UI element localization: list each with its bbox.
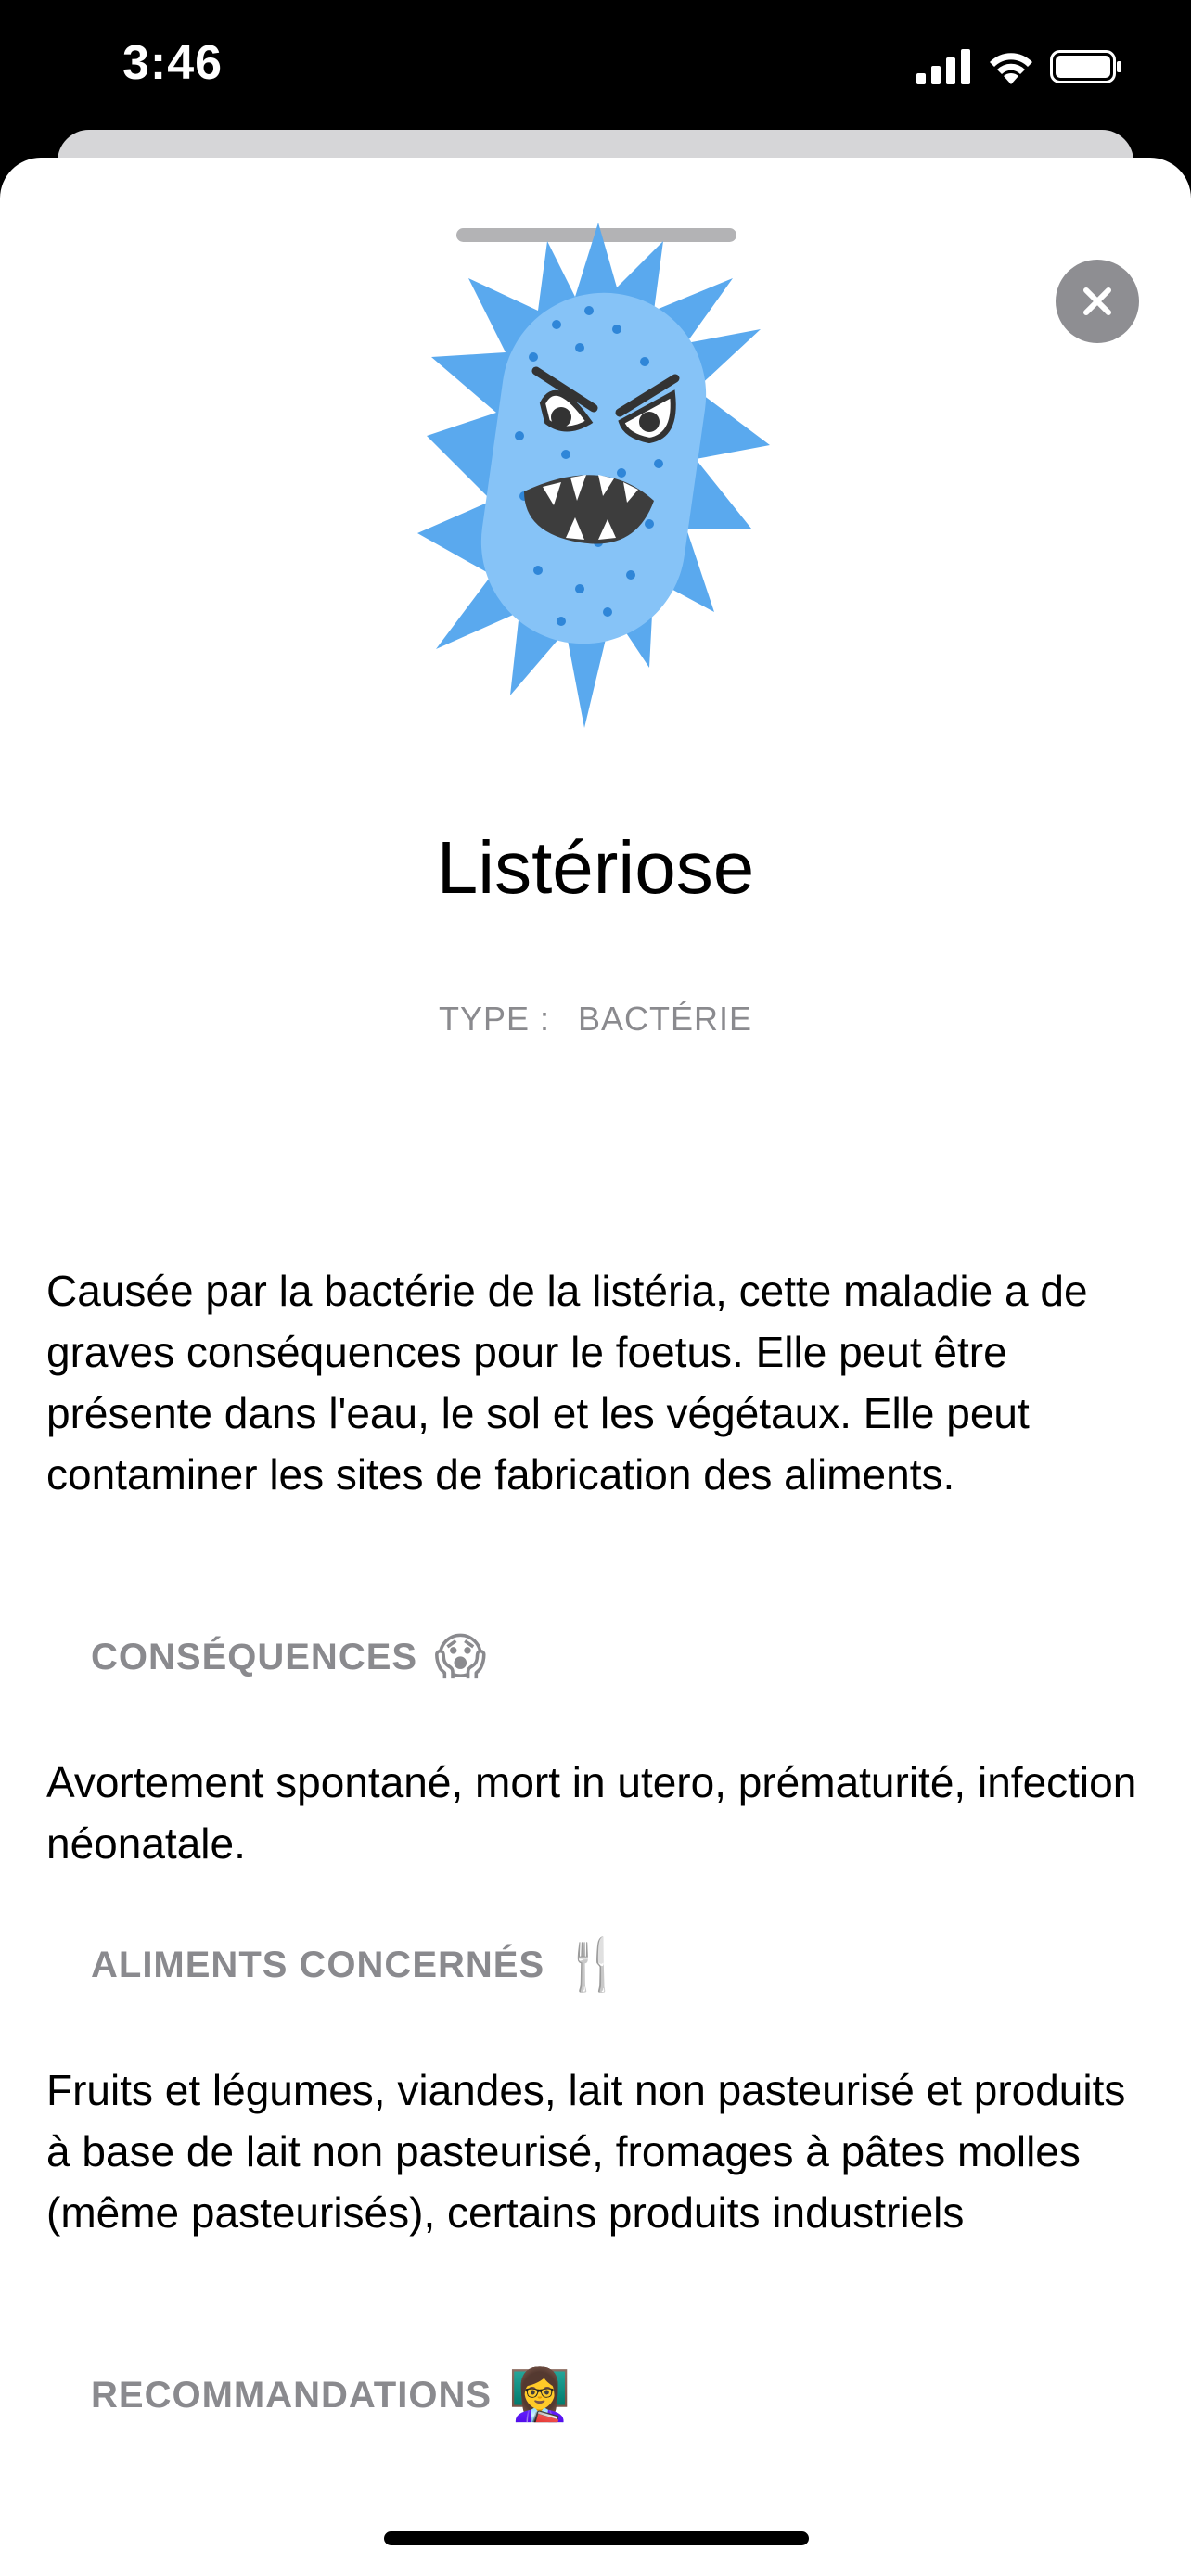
foods-title: ALIMENTS CONCERNÉS — [91, 1944, 545, 1985]
consequences-title: CONSÉQUENCES — [91, 1636, 418, 1677]
disease-type: TYPE : BACTÉRIE — [0, 1000, 1191, 1039]
status-bar: 3:46 — [0, 0, 1191, 139]
wifi-icon — [990, 53, 1032, 84]
recommendations-header: RECOMMANDATIONS 👩‍🏫 — [91, 2370, 571, 2420]
disease-title: Listériose — [436, 826, 755, 909]
foods-text: Fruits et légumes, viandes, lait non pas… — [46, 2066, 1126, 2237]
status-icons — [916, 48, 1124, 85]
home-indicator[interactable] — [384, 2531, 809, 2545]
close-button[interactable] — [1056, 260, 1139, 343]
disease-description: Causée par la bactérie de la listéria, c… — [46, 1267, 1088, 1498]
type-label: TYPE : — [438, 1000, 550, 1038]
screaming-face-icon: 😱 — [434, 1629, 488, 1685]
consequences-header: CONSÉQUENCES 😱 — [91, 1632, 487, 1682]
fork-knife-icon: 🍴 — [561, 1937, 625, 1993]
type-value: BACTÉRIE — [577, 1000, 753, 1038]
recommendations-title: RECOMMANDATIONS — [91, 2374, 493, 2416]
battery-icon — [1050, 50, 1121, 83]
cellular-signal-icon — [916, 49, 970, 84]
status-time: 3:46 — [122, 36, 224, 90]
teacher-icon: 👩‍🏫 — [508, 2367, 572, 2423]
close-icon — [1083, 287, 1111, 315]
angry-bacterium-illustration — [417, 223, 770, 728]
foods-header: ALIMENTS CONCERNÉS 🍴 — [91, 1940, 624, 1990]
consequences-text: Avortement spontané, mort in utero, prém… — [46, 1758, 1137, 1868]
